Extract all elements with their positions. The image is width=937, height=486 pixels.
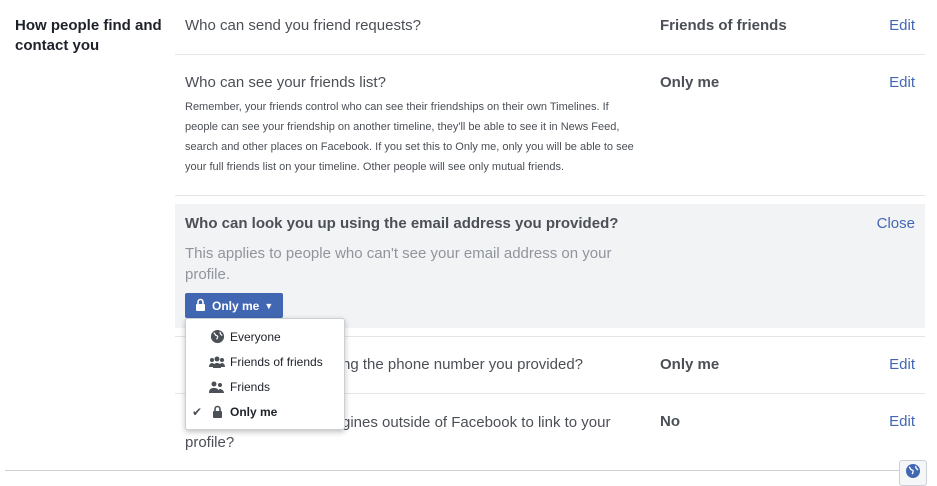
privacy-dropdown-menu: Everyone Friends of friends Friends ✔ On… [185,318,345,430]
dropdown-item-label: Everyone [230,329,281,344]
setting-value: Only me [660,74,720,91]
caret-down-icon: ▼ [264,300,274,311]
close-link[interactable]: Close [877,215,915,232]
friends-icon [209,379,225,395]
setting-value: Only me [660,356,720,373]
globe-icon [209,329,225,345]
dropdown-item-friends-of-friends[interactable]: Friends of friends [186,349,344,374]
section-title: How people find and contact you [15,17,162,54]
globe-icon [905,463,921,484]
edit-link[interactable]: Edit [889,17,915,34]
lock-icon [209,404,225,420]
setting-description: This applies to people who can't see you… [185,245,612,283]
setting-row-friend-requests: Who can send you friend requests? Friend… [175,0,925,54]
friends-of-friends-icon [209,354,225,370]
checkmark-icon: ✔ [192,404,203,419]
edit-link[interactable]: Edit [889,413,915,430]
dropdown-item-label: Friends [230,379,271,394]
dropdown-item-label: Only me [230,404,278,419]
dropdown-item-only-me[interactable]: ✔ Only me [186,399,344,424]
setting-question: ng the phone number you provided? [342,356,584,373]
lock-icon [195,298,206,314]
setting-question: Who can see your friends list? [185,74,386,91]
globe-button[interactable] [899,460,927,486]
setting-value: No [660,413,680,430]
setting-description: Remember, your friends control who can s… [185,101,634,173]
expanded-setting-email-lookup: Who can look you up using the email addr… [175,204,925,328]
privacy-selector-label: Only me [212,298,260,313]
edit-link[interactable]: Edit [889,74,915,91]
dropdown-item-friends[interactable]: Friends [186,374,344,399]
setting-value: Friends of friends [660,17,787,34]
edit-link[interactable]: Edit [889,356,915,373]
divider [175,195,925,196]
dropdown-item-label: Friends of friends [230,354,323,369]
setting-question: Who can look you up using the email addr… [185,215,619,232]
setting-question: Who can send you friend requests? [185,17,421,34]
footer-divider [5,470,925,471]
setting-row-friends-list: Who can see your friends list? Only me E… [175,55,925,195]
privacy-selector-button[interactable]: Only me ▼ [185,293,283,318]
dropdown-item-everyone[interactable]: Everyone [186,324,344,349]
